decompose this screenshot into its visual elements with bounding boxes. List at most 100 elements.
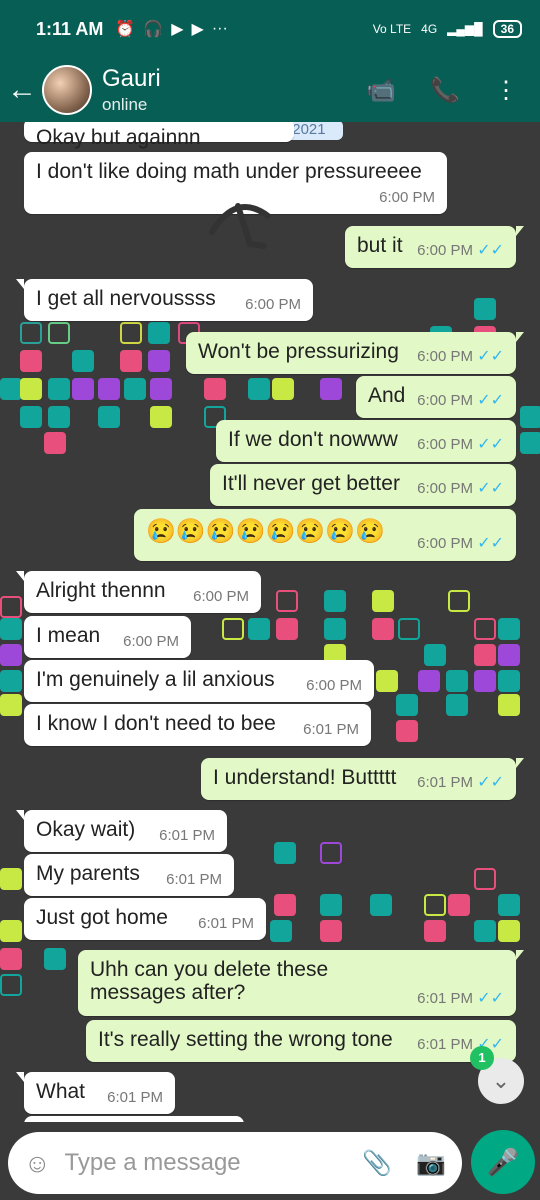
wallpaper-square [498, 894, 520, 916]
wallpaper-square [124, 378, 146, 400]
wallpaper-square [48, 322, 70, 344]
wallpaper-square [474, 920, 496, 942]
wallpaper-square [48, 406, 70, 428]
wallpaper-square [148, 322, 170, 344]
wallpaper-square [0, 596, 22, 618]
wallpaper-square [474, 618, 496, 640]
wallpaper-square [498, 670, 520, 692]
contact-info[interactable]: Gauri online [102, 65, 161, 115]
wallpaper-square [0, 920, 22, 942]
read-tick-icon: ✓✓ [477, 774, 504, 792]
message-text: I don't like doing math under pressureee… [36, 160, 422, 183]
message-outgoing[interactable]: I understand! Buttttt 6:01 PM ✓✓ [201, 758, 524, 800]
message-time: 6:01 PM ✓✓ [417, 774, 504, 792]
message-incoming-partial[interactable] [24, 1116, 244, 1122]
wallpaper-square [474, 868, 496, 890]
message-incoming[interactable]: What 6:01 PM [16, 1072, 175, 1114]
message-incoming[interactable]: Alright thennn 6:00 PM [16, 571, 261, 613]
video-call-icon[interactable]: 📹 [366, 76, 396, 105]
message-text: And [368, 384, 406, 407]
mic-icon: 🎤 [486, 1147, 520, 1177]
arrow-annotation-icon [209, 203, 271, 249]
message-outgoing[interactable]: It'll never get better 6:00 PM ✓✓ [210, 464, 516, 506]
message-incoming[interactable]: I'm genuinely a lil anxious 6:00 PM [24, 660, 374, 702]
message-time: 6:01 PM [166, 870, 222, 888]
message-text: I understand! Buttttt [213, 766, 397, 789]
message-outgoing[interactable]: It's really setting the wrong tone 6:01 … [86, 1020, 516, 1062]
avatar[interactable] [42, 65, 92, 115]
wallpaper-square [320, 842, 342, 864]
wallpaper-square [98, 406, 120, 428]
more-icon: ··· [211, 20, 228, 37]
emoji-icon[interactable]: ☺ [24, 1148, 51, 1179]
message-incoming[interactable]: I get all nervoussss 6:00 PM [16, 279, 313, 321]
message-time: 6:01 PM ✓✓ [417, 990, 504, 1008]
wallpaper-square [72, 350, 94, 372]
wallpaper-square [148, 350, 170, 372]
message-incoming[interactable]: Okay wait) 6:01 PM [16, 810, 227, 852]
wallpaper-square [396, 720, 418, 742]
wallpaper-square [446, 694, 468, 716]
read-tick-icon: ✓✓ [477, 990, 504, 1008]
wallpaper-square [446, 670, 468, 692]
message-incoming[interactable]: I mean 6:00 PM [24, 616, 191, 658]
message-time: 6:00 PM [193, 587, 249, 605]
chat-header: ← Gauri online 📹 📞 ⋮ [0, 58, 540, 122]
message-time: 6:01 PM [303, 720, 359, 738]
contact-name: Gauri [102, 65, 161, 92]
message-text: If we don't nowww [228, 428, 398, 451]
volte-icon: Vo LTE [372, 22, 412, 36]
chat-area[interactable]: MARCH 2, 2021 Okay but againnn I don't l… [0, 122, 540, 1122]
message-incoming[interactable]: Just got home 6:01 PM [24, 898, 266, 940]
message-outgoing[interactable]: Uhh can you delete these messages after?… [78, 950, 524, 1016]
wallpaper-square [418, 670, 440, 692]
wallpaper-square [474, 670, 496, 692]
message-incoming[interactable]: Okay but againnn [24, 122, 294, 149]
wallpaper-square [44, 432, 66, 454]
attach-icon[interactable]: 📎 [362, 1149, 392, 1178]
message-outgoing[interactable]: but it 6:00 PM ✓✓ [345, 226, 524, 268]
message-outgoing[interactable]: Won't be pressurizing 6:00 PM ✓✓ [186, 332, 524, 374]
message-time: 6:00 PM [245, 295, 301, 313]
wallpaper-square [324, 590, 346, 612]
wallpaper-square [0, 618, 22, 640]
wallpaper-square [498, 920, 520, 942]
wallpaper-square [48, 378, 70, 400]
wallpaper-square [276, 590, 298, 612]
wallpaper-square [276, 618, 298, 640]
message-time: 6:00 PM ✓✓ [417, 535, 504, 553]
message-outgoing[interactable]: If we don't nowww 6:00 PM ✓✓ [216, 420, 516, 462]
message-incoming[interactable]: My parents 6:01 PM [24, 854, 234, 896]
wallpaper-square [20, 350, 42, 372]
message-input[interactable]: Type a message [65, 1149, 241, 1177]
wallpaper-square [520, 432, 540, 454]
more-vert-icon[interactable]: ⋮ [494, 76, 518, 105]
wallpaper-square [0, 974, 22, 996]
message-outgoing[interactable]: And 6:00 PM ✓✓ [356, 376, 516, 418]
wallpaper-square [370, 894, 392, 916]
wallpaper-square [320, 920, 342, 942]
wallpaper-square [320, 378, 342, 400]
wallpaper-square [424, 644, 446, 666]
back-arrow-icon[interactable]: ← [2, 73, 42, 107]
message-incoming[interactable]: I know I don't need to bee 6:01 PM [24, 704, 371, 746]
wallpaper-square [0, 948, 22, 970]
message-outgoing[interactable]: 😢😢😢😢😢😢😢😢 6:00 PM ✓✓ [134, 509, 516, 561]
wallpaper-square [448, 894, 470, 916]
message-text: I'm genuinely a lil anxious [36, 668, 275, 691]
message-text: Okay but againnn [36, 126, 201, 149]
voice-call-icon[interactable]: 📞 [430, 76, 460, 105]
wallpaper-square [72, 378, 94, 400]
message-time: 6:01 PM [107, 1088, 163, 1106]
wallpaper-square [20, 378, 42, 400]
message-input-bar[interactable]: ☺ Type a message 📎 📷 [8, 1132, 462, 1194]
mic-button[interactable]: 🎤 [471, 1130, 535, 1194]
signal-4g-icon: 4G [421, 22, 438, 36]
message-time: 6:00 PM ✓✓ [417, 242, 504, 260]
wallpaper-square [448, 590, 470, 612]
wallpaper-square [274, 842, 296, 864]
wallpaper-square [376, 670, 398, 692]
wallpaper-square [44, 948, 66, 970]
message-text: Okay wait) [36, 818, 136, 841]
camera-icon[interactable]: 📷 [416, 1149, 446, 1178]
